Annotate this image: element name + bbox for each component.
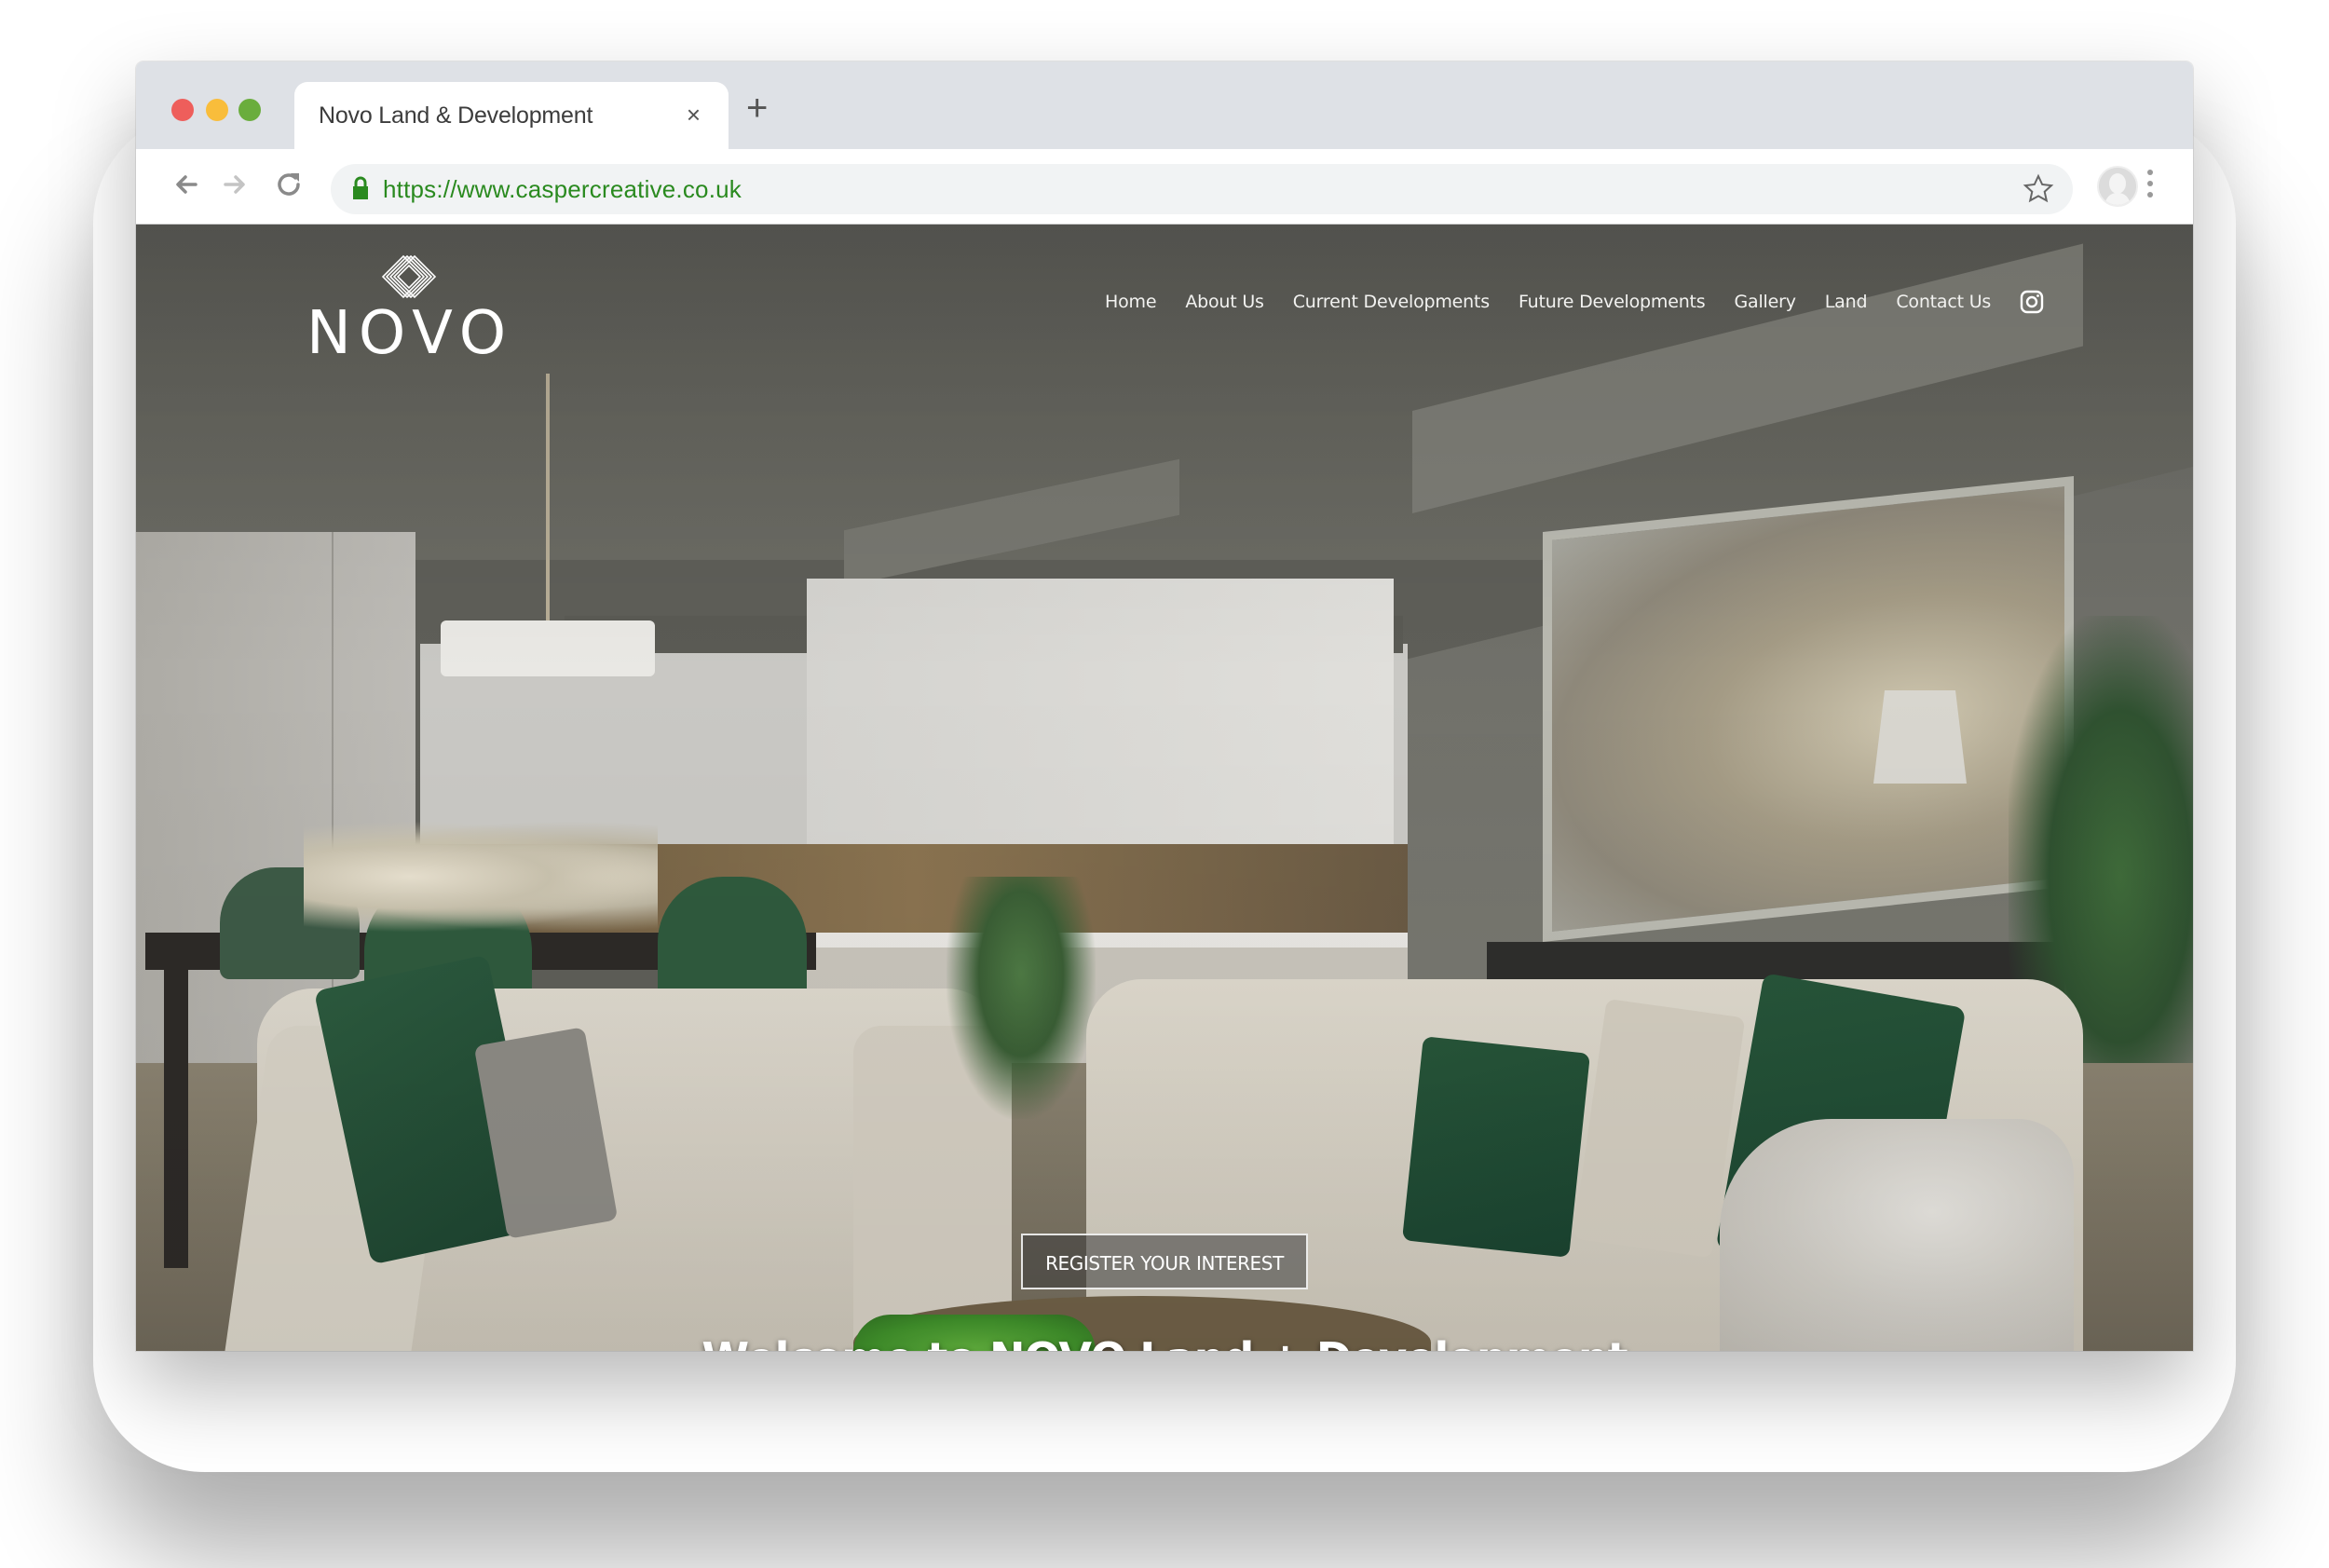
nav-current-developments[interactable]: Current Developments — [1293, 292, 1490, 312]
forward-button[interactable] — [218, 168, 252, 201]
nav-land[interactable]: Land — [1825, 292, 1868, 312]
reload-icon — [278, 173, 300, 196]
minimize-window-button[interactable] — [206, 99, 228, 121]
novo-logo[interactable]: NOVO — [306, 254, 511, 368]
close-window-button[interactable] — [171, 99, 194, 121]
tab-strip: Novo Land & Development × + — [136, 61, 2193, 157]
new-tab-button[interactable]: + — [746, 89, 768, 127]
back-button[interactable] — [170, 168, 203, 201]
nav-home[interactable]: Home — [1105, 292, 1157, 312]
tab-title: Novo Land & Development — [319, 102, 593, 129]
nav-about-us[interactable]: About Us — [1185, 292, 1264, 312]
url-text[interactable]: https://www.caspercreative.co.uk — [383, 175, 742, 204]
logo-text: NOVO — [306, 299, 514, 368]
nested-diamond-logo-icon — [381, 254, 437, 299]
profile-avatar-icon[interactable] — [2097, 166, 2138, 207]
maximize-window-button[interactable] — [238, 99, 261, 121]
browser-window: Novo Land & Development × + https://www.… — [136, 61, 2193, 1351]
reload-button[interactable] — [272, 168, 306, 201]
lock-icon — [353, 176, 368, 199]
more-menu-icon[interactable] — [2146, 170, 2154, 203]
bookmark-star-icon[interactable] — [2023, 173, 2054, 205]
close-tab-icon[interactable]: × — [687, 101, 701, 130]
nav-future-developments[interactable]: Future Developments — [1519, 292, 1706, 312]
register-interest-button[interactable]: REGISTER YOUR INTEREST — [1021, 1234, 1308, 1289]
nav-contact-us[interactable]: Contact Us — [1896, 292, 1991, 312]
instagram-icon[interactable] — [2020, 290, 2044, 314]
back-arrow-icon — [176, 175, 197, 194]
hero-image — [136, 225, 2193, 1351]
address-bar-row: https://www.caspercreative.co.uk — [136, 149, 2193, 225]
browser-tab[interactable]: Novo Land & Development × — [294, 82, 729, 157]
main-nav: Home About Us Current Developments Futur… — [1105, 290, 2044, 314]
nav-gallery[interactable]: Gallery — [1735, 292, 1796, 312]
address-bar[interactable]: https://www.caspercreative.co.uk — [331, 164, 2073, 214]
web-page: NOVO Home About Us Current Developments … — [136, 225, 2193, 1351]
hero-headline: Welcome to NOVO Land + Development — [136, 1333, 2193, 1351]
forward-arrow-icon — [224, 175, 245, 194]
